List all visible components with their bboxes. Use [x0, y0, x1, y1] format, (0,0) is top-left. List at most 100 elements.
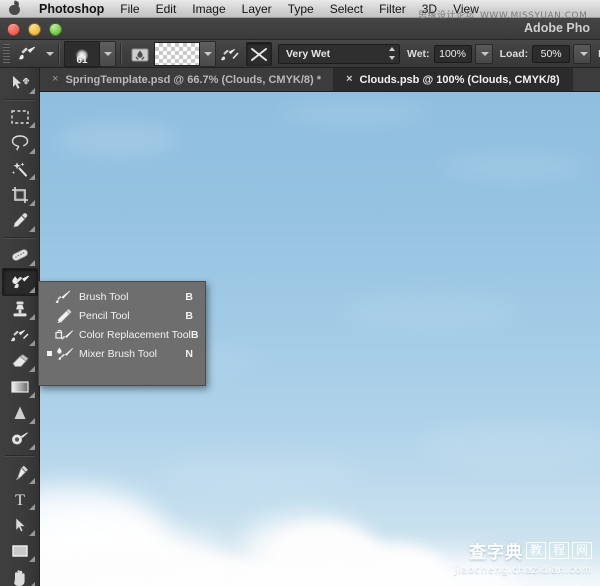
flyout-item-brush-tool[interactable]: Brush Tool B: [39, 287, 205, 306]
close-button[interactable]: [7, 23, 20, 36]
options-divider: [58, 43, 60, 65]
tab-springtemplate[interactable]: × SpringTemplate.psd @ 66.7% (Clouds, CM…: [40, 68, 334, 91]
eyedropper-tool[interactable]: [3, 208, 37, 234]
watermark-brand: 查字典: [469, 538, 523, 563]
watermark-top: 思缘设计论坛 WWW.MISSYUAN.COM: [418, 8, 587, 21]
app-title: Adobe Pho: [524, 21, 590, 35]
flyout-item-mixer-brush-tool[interactable]: Mixer Brush Tool N: [39, 344, 205, 363]
rectangle-shape-tool[interactable]: [3, 538, 37, 564]
photoshop-window: Photoshop File Edit Image Layer Type Sel…: [0, 0, 600, 586]
load-value-field[interactable]: 50%: [532, 45, 570, 63]
cloud-wisp: [58, 122, 178, 156]
brush-preset-picker[interactable]: 61: [64, 41, 100, 67]
gradient-tool[interactable]: [3, 374, 37, 400]
document-tab-bar: × SpringTemplate.psd @ 66.7% (Clouds, CM…: [40, 68, 600, 92]
menu-item-file[interactable]: File: [112, 0, 147, 18]
flyout-item-label: Brush Tool: [79, 291, 185, 303]
rectangular-marquee-tool[interactable]: [3, 104, 37, 130]
wet-label: Wet:: [407, 48, 430, 60]
cloud-wisp: [340, 292, 520, 332]
clone-stamp-tool[interactable]: [3, 296, 37, 322]
blend-preset-value: Very Wet: [286, 48, 384, 60]
tools-panel: T: [0, 68, 40, 586]
tool-divider: [5, 237, 34, 239]
blur-tool[interactable]: [3, 400, 37, 426]
load-chevron-down-icon[interactable]: [573, 44, 591, 64]
flyout-item-color-replacement-tool[interactable]: Color Replacement Tool B: [39, 325, 205, 344]
path-selection-tool[interactable]: [3, 512, 37, 538]
clean-brush-after-stroke-icon[interactable]: [218, 43, 242, 65]
watermark-bottom: 查字典 教 程 网 jiaocheng.chazidian.com: [454, 538, 592, 576]
menu-item-photoshop[interactable]: Photoshop: [31, 0, 112, 18]
dodge-tool[interactable]: [3, 426, 37, 452]
brush-tool-flyout-menu: Brush Tool B Pencil Tool B: [38, 281, 206, 386]
blend-preset-stepper-icon[interactable]: [388, 47, 395, 60]
healing-brush-tool[interactable]: [3, 242, 37, 268]
flyout-item-shortcut: B: [191, 329, 199, 341]
options-divider-2: [120, 43, 122, 65]
menu-item-image[interactable]: Image: [184, 0, 233, 18]
wet-chevron-down-icon[interactable]: [475, 44, 493, 64]
watermark-char-2: 程: [549, 542, 569, 559]
history-brush-tool[interactable]: [3, 322, 37, 348]
move-tool[interactable]: [3, 70, 37, 96]
menu-item-type[interactable]: Type: [280, 0, 322, 18]
flyout-item-label: Pencil Tool: [79, 310, 185, 322]
brush-size-value: 61: [65, 56, 99, 66]
cloud-wisp: [280, 100, 430, 126]
svg-text:T: T: [15, 492, 25, 509]
brush-load-chevron-down-icon[interactable]: [200, 41, 216, 67]
watermark-char-1: 教: [526, 542, 546, 559]
photoshop-title-bar: Adobe Pho: [0, 18, 600, 40]
lasso-tool[interactable]: [3, 130, 37, 156]
flyout-item-shortcut: B: [185, 310, 193, 322]
brush-load-swatch[interactable]: [154, 42, 200, 66]
watermark-char-3: 网: [572, 542, 592, 559]
type-tool[interactable]: T: [3, 486, 37, 512]
watermark-top-url: WWW.MISSYUAN.COM: [480, 11, 587, 21]
watermark-url: jiaocheng.chazidian.com: [454, 565, 592, 576]
window-controls: [7, 23, 62, 36]
load-label: Load:: [500, 48, 529, 60]
tool-divider: [5, 99, 34, 101]
eraser-tool[interactable]: [3, 348, 37, 374]
current-brush-load-icon[interactable]: [128, 43, 152, 65]
options-bar-gripper[interactable]: [3, 44, 10, 64]
hand-tool[interactable]: [3, 564, 37, 586]
selected-marker: [45, 351, 54, 356]
zoom-button[interactable]: [49, 23, 62, 36]
mixer-brush-icon: [54, 346, 74, 362]
load-brush-after-stroke-icon[interactable]: [246, 42, 272, 66]
magic-wand-tool[interactable]: [3, 156, 37, 182]
brush-icon: [54, 289, 74, 305]
crop-tool[interactable]: [3, 182, 37, 208]
wet-value-field[interactable]: 100%: [434, 45, 472, 63]
apple-icon[interactable]: [8, 1, 21, 16]
watermark-top-cn: 思缘设计论坛: [418, 11, 475, 21]
mixer-brush-icon[interactable]: [17, 44, 43, 64]
tab-close-icon[interactable]: ×: [52, 74, 58, 85]
menu-item-filter[interactable]: Filter: [371, 0, 414, 18]
flyout-item-label: Color Replacement Tool: [79, 329, 191, 341]
mixer-brush-tool[interactable]: [2, 268, 38, 296]
menu-item-edit[interactable]: Edit: [148, 0, 185, 18]
color-replacement-icon: [54, 327, 74, 343]
pen-tool[interactable]: [3, 460, 37, 486]
menu-item-select[interactable]: Select: [322, 0, 371, 18]
cloud-wisp: [440, 152, 590, 182]
tool-divider: [5, 455, 34, 457]
flyout-item-shortcut: B: [185, 291, 193, 303]
tab-label: SpringTemplate.psd @ 66.7% (Clouds, CMYK…: [65, 74, 321, 86]
tab-clouds[interactable]: × Clouds.psb @ 100% (Clouds, CMYK/8): [334, 68, 573, 91]
cloud-wisp: [420, 422, 600, 467]
minimize-button[interactable]: [28, 23, 41, 36]
tool-preset-chevron-down-icon[interactable]: [46, 52, 54, 56]
menu-item-layer[interactable]: Layer: [234, 0, 280, 18]
flyout-item-shortcut: N: [185, 348, 193, 360]
flyout-item-label: Mixer Brush Tool: [79, 348, 185, 360]
flyout-item-pencil-tool[interactable]: Pencil Tool B: [39, 306, 205, 325]
tab-close-icon[interactable]: ×: [346, 74, 352, 85]
tab-label: Clouds.psb @ 100% (Clouds, CMYK/8): [360, 74, 560, 86]
brush-preset-chevron-down-icon[interactable]: [100, 41, 116, 67]
blend-preset-combo[interactable]: Very Wet: [278, 44, 400, 64]
